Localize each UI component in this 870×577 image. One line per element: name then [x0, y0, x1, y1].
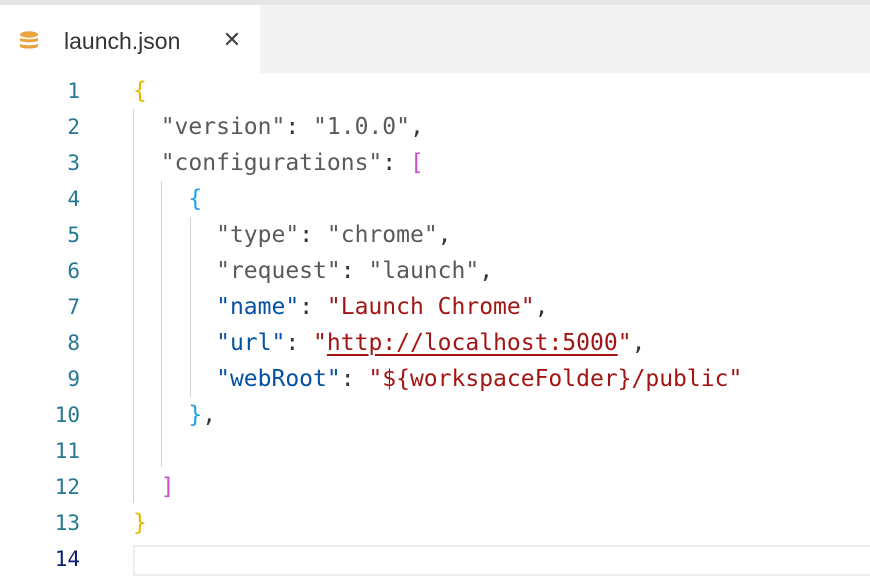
code-text: "request": "launch",: [133, 253, 493, 289]
code-text: "url": "http://localhost:5000",: [133, 325, 645, 361]
code-text: {: [133, 181, 202, 217]
code-line[interactable]: 4 {: [0, 181, 870, 217]
line-number: 13: [54, 511, 80, 535]
line-number: 7: [67, 295, 80, 319]
code-editor[interactable]: 1{2 "version": "1.0.0", 3 "configurations…: [0, 73, 870, 576]
line-number: 5: [67, 223, 80, 247]
code-token: :: [299, 294, 327, 320]
tab-launch-json[interactable]: launch.json ✕: [0, 5, 260, 73]
code-line[interactable]: 14: [0, 541, 870, 577]
code-line[interactable]: 9 "webRoot": "${workspaceFolder}/public": [0, 361, 870, 397]
code-text: "version": "1.0.0",: [133, 109, 424, 145]
code-token: ,: [409, 114, 424, 140]
tab-bar: launch.json ✕: [0, 0, 870, 73]
code-token: }: [133, 510, 147, 536]
line-number: 10: [54, 403, 80, 427]
code-text: ]: [133, 469, 175, 505]
code-text: "type": "chrome",: [133, 217, 452, 253]
code-token: ,: [437, 222, 452, 248]
code-line[interactable]: 11: [0, 433, 870, 469]
code-token: ": [617, 330, 632, 356]
code-token: "webRoot": [216, 366, 341, 392]
code-text: }: [133, 505, 147, 541]
code-token: "1.0.0": [313, 114, 410, 140]
code-token: ,: [534, 294, 549, 320]
close-icon[interactable]: ✕: [218, 25, 246, 57]
code-text: "configurations": [: [133, 145, 424, 181]
code-token: "Launch Chrome": [326, 294, 535, 320]
line-number: 1: [67, 79, 80, 103]
line-number: 8: [67, 331, 80, 355]
code-token: :: [340, 366, 369, 392]
code-text: "name": "Launch Chrome",: [133, 289, 548, 325]
code-token: {: [188, 186, 203, 212]
line-number: 2: [67, 115, 80, 139]
code-line[interactable]: 2 "version": "1.0.0",: [0, 109, 870, 145]
code-line[interactable]: 12 ]: [0, 469, 870, 505]
code-token[interactable]: http://localhost:5000: [327, 330, 618, 356]
code-token: "version": [160, 114, 286, 140]
code-text: "webRoot": "${workspaceFolder}/public": [133, 361, 742, 397]
line-number: 11: [54, 439, 80, 463]
code-line[interactable]: 5 "type": "chrome",: [0, 217, 870, 253]
code-line[interactable]: 8 "url": "http://localhost:5000",: [0, 325, 870, 361]
database-icon: [17, 29, 41, 53]
code-token: [: [409, 150, 424, 176]
code-text: {: [133, 73, 147, 109]
code-token: "type": [216, 222, 300, 248]
code-token: ,: [479, 258, 494, 284]
code-text: },: [133, 397, 216, 433]
line-number: 4: [67, 187, 80, 211]
line-number: 3: [67, 151, 80, 175]
line-number: 9: [67, 367, 80, 391]
code-token: ": [313, 330, 327, 356]
line-number: 14: [54, 547, 80, 571]
code-line[interactable]: 1{: [0, 73, 870, 109]
line-number: 12: [54, 475, 80, 499]
code-token: ]: [160, 474, 175, 500]
code-line[interactable]: 3 "configurations": [: [0, 145, 870, 181]
code-token: "name": [216, 294, 300, 320]
code-token: :: [340, 258, 369, 284]
code-token: "request": [216, 258, 341, 284]
code-line[interactable]: 10 },: [0, 397, 870, 433]
code-token: "launch": [368, 258, 480, 284]
code-token: {: [133, 78, 147, 104]
code-token: :: [299, 222, 327, 248]
code-line[interactable]: 13}: [0, 505, 870, 541]
code-line[interactable]: 6 "request": "launch",: [0, 253, 870, 289]
code-token: ,: [202, 402, 217, 428]
line-number: 6: [67, 259, 80, 283]
code-token: :: [285, 330, 314, 356]
code-token: ,: [631, 330, 646, 356]
code-token: "chrome": [326, 222, 438, 248]
tab-filename: launch.json: [64, 28, 181, 54]
code-token: :: [285, 114, 314, 140]
code-token: :: [382, 150, 410, 176]
code-token: }: [188, 402, 203, 428]
code-line[interactable]: 7 "name": "Launch Chrome",: [0, 289, 870, 325]
code-token: "${workspaceFolder}/public": [368, 366, 743, 392]
code-token: "url": [216, 330, 286, 356]
code-token: "configurations": [160, 150, 383, 176]
